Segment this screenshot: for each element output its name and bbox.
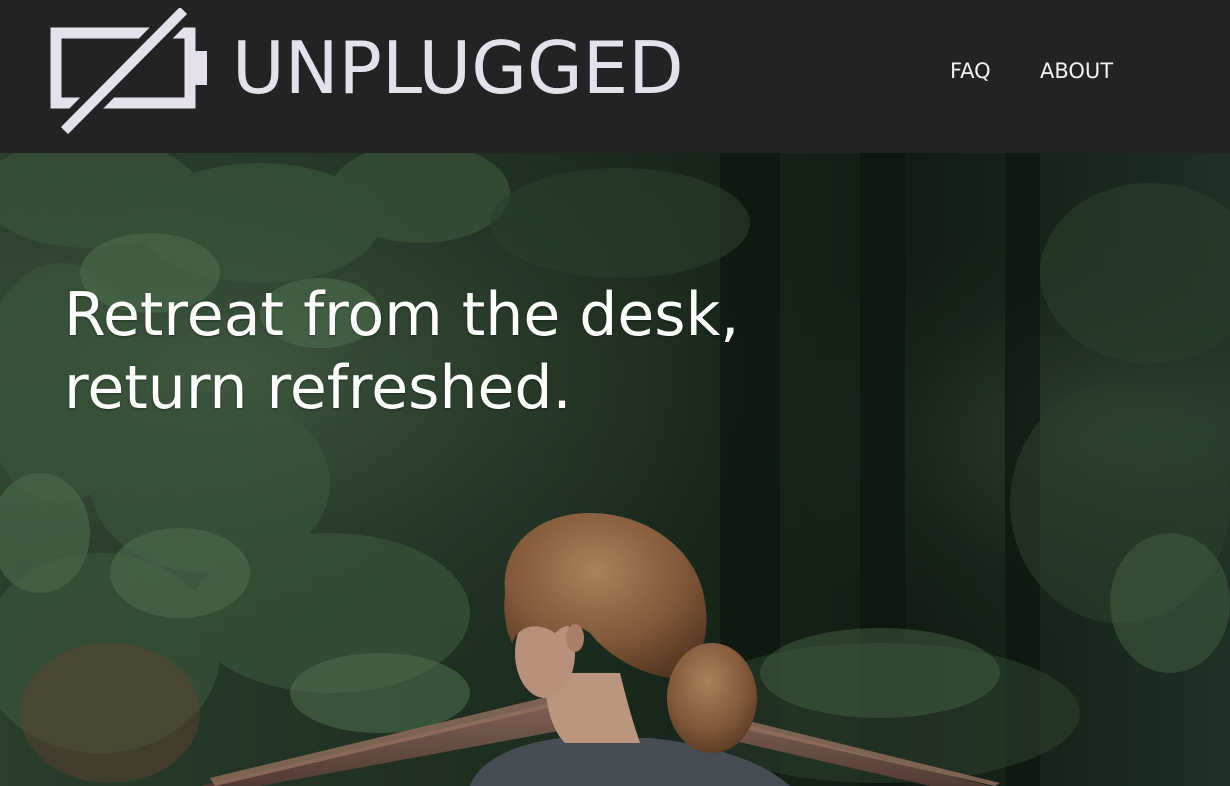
nav-link-faq[interactable]: FAQ (950, 55, 991, 87)
page: UNPLUGGED FAQ ABOUT Retreat from the des… (0, 0, 1230, 786)
battery-off-icon (50, 8, 207, 134)
hero-headline-line-2: return refreshed. (64, 353, 572, 423)
brand-logo-link[interactable]: UNPLUGGED (44, 6, 744, 138)
hero-headline-line-1: Retreat from the desk, (64, 280, 740, 350)
hero-forest-photo (0, 153, 1230, 786)
hero-section: Retreat from the desk, return refreshed. (0, 153, 1230, 786)
brand-name: UNPLUGGED (232, 26, 684, 110)
hero-headline: Retreat from the desk, return refreshed. (64, 279, 884, 425)
site-header: UNPLUGGED FAQ ABOUT (0, 0, 1230, 153)
nav-link-about[interactable]: ABOUT (1040, 55, 1113, 87)
main-nav: FAQ ABOUT (910, 55, 1230, 87)
